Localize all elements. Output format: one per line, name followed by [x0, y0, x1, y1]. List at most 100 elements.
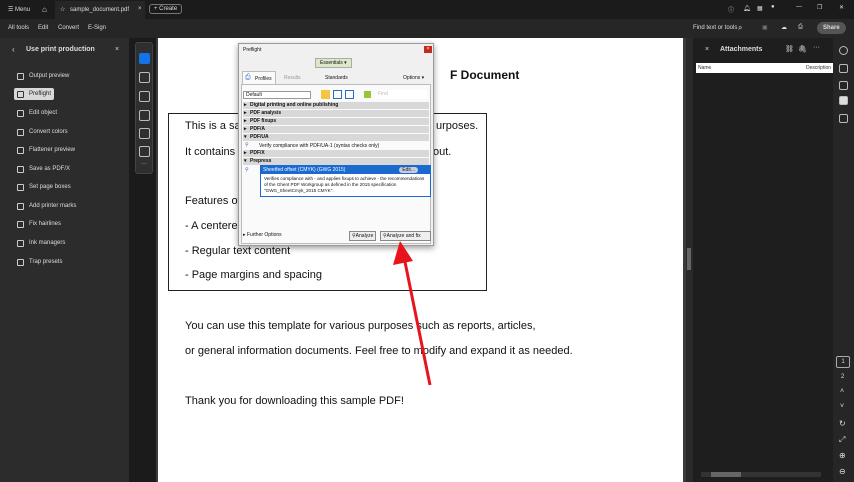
save-pdfx-icon [17, 165, 24, 173]
menu-esign[interactable]: E-Sign [88, 25, 106, 31]
bookmark-icon[interactable] [839, 64, 848, 73]
menu-edit[interactable]: Edit [38, 25, 48, 31]
options-menu[interactable]: Options ▾ [403, 75, 424, 81]
more-icon[interactable]: ··· [141, 161, 147, 167]
text-box-icon[interactable] [139, 128, 150, 139]
apps-icon[interactable]: ▦ [757, 5, 763, 12]
tool-fix-hairlines[interactable]: Fix hairlines [14, 218, 64, 230]
select-cursor-icon[interactable] [139, 53, 150, 64]
attach-file-icon[interactable]: 🖇︎ [798, 45, 807, 53]
tool-add-printer-marks[interactable]: Add printer marks [14, 200, 79, 212]
print-icon[interactable]: ⎙ [798, 24, 803, 31]
rotate-icon[interactable]: ↻ [839, 419, 846, 428]
profile-select[interactable]: Default [243, 91, 311, 99]
menu-all-tools[interactable]: All tools [8, 25, 29, 31]
back-icon[interactable]: ‹ [12, 45, 15, 54]
tool-save-pdfx[interactable]: Save as PDF/X [14, 163, 73, 175]
bell-icon[interactable]: 🔔︎ [743, 5, 751, 12]
profile-item-sheetfed[interactable]: Sheetfed offset (CMYK) (GWG 2015) Edit...… [260, 165, 431, 197]
upload-cloud-icon[interactable]: ☁ [781, 24, 787, 31]
tool-edit-object[interactable]: Edit object [14, 107, 60, 119]
create-button[interactable]: + Create [149, 4, 183, 14]
profile-description: Verifies compliance with - and applies f… [264, 176, 425, 193]
analyze-label: Analyze [355, 233, 374, 239]
document-tab[interactable]: ☆ sample_document.pdf × [55, 1, 145, 19]
tool-preflight[interactable]: Preflight [14, 88, 55, 100]
zoom-tool-icon[interactable] [139, 72, 150, 83]
preflight-dialog: Preflight × Essentials ▾ Profiles ⎙ Resul… [238, 43, 434, 246]
category-digital-printing[interactable]: Digital printing and online publishing [243, 102, 429, 109]
title-bar: ☰ Menu ⌂ ☆ sample_document.pdf × + Creat… [0, 0, 854, 19]
add-attachment-icon[interactable]: ⛓ [785, 45, 794, 53]
analyze-button[interactable]: ⚲Analyze [349, 231, 377, 241]
category-pdf-fixups[interactable]: PDF fixups [243, 118, 429, 125]
category-pdf-analysis[interactable]: PDF analysis [243, 110, 429, 117]
tool-ink-managers[interactable]: Ink managers [14, 237, 68, 249]
edit-object-icon [17, 109, 24, 117]
layers-icon[interactable] [839, 114, 848, 123]
share-button[interactable]: Share [817, 22, 846, 34]
star-icon[interactable]: ☆ [60, 6, 65, 13]
minimize-icon[interactable]: — [796, 4, 802, 10]
column-name[interactable]: Name [698, 65, 711, 71]
horizontal-scrollbar[interactable] [701, 472, 821, 477]
chevron-down-icon[interactable]: ˅ [840, 403, 844, 410]
home-icon[interactable]: ⌂ [42, 5, 47, 14]
close-attachments-icon[interactable]: × [705, 46, 709, 53]
save-icon[interactable]: ▣ [762, 24, 768, 31]
fit-page-icon[interactable]: ⤢ [839, 435, 845, 445]
menu-convert[interactable]: Convert [58, 25, 79, 31]
pages-icon[interactable] [839, 81, 848, 90]
arrow-head [393, 241, 413, 265]
vertical-scrollbar[interactable] [686, 38, 693, 482]
print-production-panel: ‹ Use print production × Output preview … [0, 38, 129, 482]
lasso-icon[interactable] [139, 110, 150, 121]
menu-button[interactable]: ☰ Menu [8, 6, 30, 13]
profile-item-pdfua[interactable]: Verify compliance with PDF/UA-1 (syntax … [259, 143, 379, 149]
more-options-icon[interactable]: ··· [813, 44, 820, 51]
fixup-icon[interactable] [321, 90, 330, 99]
essentials-dropdown[interactable]: Essentials ▾ [315, 58, 352, 68]
edit-button[interactable]: Edit... [399, 167, 418, 173]
zoom-out-icon[interactable]: ⊖ [839, 467, 846, 476]
tool-convert-colors[interactable]: Convert colors [14, 126, 71, 138]
tool-output-preview[interactable]: Output preview [14, 70, 72, 82]
close-tab-icon[interactable]: × [138, 6, 142, 12]
doc-text: out. [433, 146, 452, 158]
library-icon[interactable] [364, 91, 371, 98]
comment-icon[interactable] [839, 46, 848, 55]
tool-trap-presets[interactable]: Trap presets [14, 256, 65, 268]
category-pdfx[interactable]: PDF/X [243, 150, 429, 157]
page-1-button[interactable]: 1 [836, 356, 850, 368]
category-pdfa[interactable]: PDF/A [243, 126, 429, 133]
wrench-icon[interactable] [345, 90, 354, 99]
close-panel-icon[interactable]: × [115, 46, 119, 53]
category-prepress[interactable]: Prepress [243, 158, 429, 165]
tool-flattener-preview[interactable]: Flattener preview [14, 144, 78, 156]
tab-profiles[interactable]: Profiles ⎙ [242, 71, 276, 84]
doc-text: You can use this template for various pu… [185, 320, 536, 332]
further-options-toggle[interactable]: ▸ Further Options [243, 232, 282, 238]
stamp-icon[interactable] [139, 146, 150, 157]
page-2-button[interactable]: 2 [841, 374, 844, 380]
output-preview-icon [17, 72, 24, 80]
tool-set-page-boxes[interactable]: Set page boxes [14, 181, 74, 193]
search-icon[interactable]: ⌕ [738, 23, 742, 33]
search-profile-icon[interactable] [333, 90, 342, 99]
zoom-in-icon[interactable]: ⊕ [839, 451, 846, 460]
find-input[interactable]: Find [375, 90, 427, 99]
dialog-close-button[interactable]: × [424, 46, 432, 53]
category-pdfua[interactable]: PDF/UA [243, 134, 429, 141]
attachments-icon[interactable] [839, 96, 848, 105]
tab-results[interactable]: Results [284, 75, 301, 81]
chevron-up-icon[interactable]: ˄ [840, 388, 844, 395]
close-window-icon[interactable]: ✕ [839, 4, 844, 11]
tab-standards[interactable]: Standards [325, 75, 348, 81]
pen-icon[interactable] [139, 91, 150, 102]
annotation-arrow [393, 241, 432, 386]
avatar[interactable]: ● [771, 4, 775, 10]
column-description[interactable]: Description [806, 65, 831, 71]
help-icon[interactable]: ⓘ [728, 5, 734, 14]
restore-icon[interactable]: ❐ [817, 4, 822, 11]
find-tools[interactable]: Find text or tools [693, 25, 737, 31]
